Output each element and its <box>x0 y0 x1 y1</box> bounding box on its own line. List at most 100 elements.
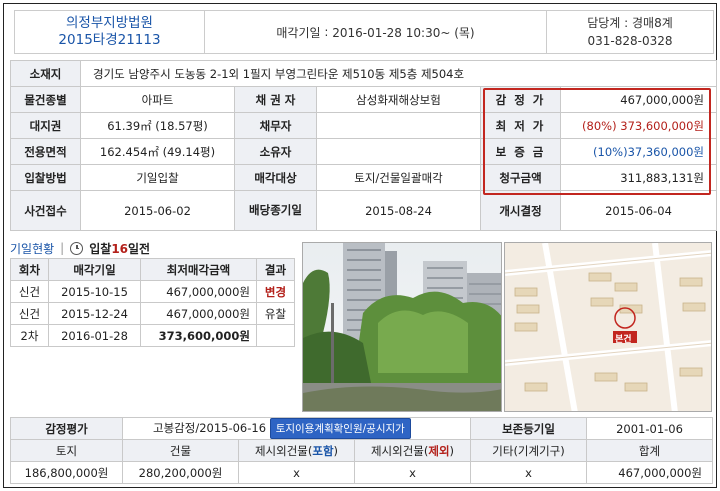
history-status-link[interactable]: 기일현황 <box>10 240 54 257</box>
col-min-price: 최저매각금액 <box>140 258 257 281</box>
property-photo[interactable] <box>302 242 502 412</box>
deposit-value: (10%)37,360,000원 <box>560 138 717 165</box>
table-row: 신건 2015-12-24 467,000,000원 유찰 <box>10 302 295 325</box>
minimum-price-value: 373,600,000원 <box>620 118 704 133</box>
preserve-date-value: 2001-01-06 <box>586 417 714 440</box>
sale-date: 매각기일 : 2016-01-28 10:30~ (목) <box>205 11 547 53</box>
table-row: 토지 건물 제시외건물(포함) 제시외건물(제외) 기타(기계기구) 합계 <box>10 439 714 462</box>
table-row: 2차 2016-01-28 373,600,000원 <box>10 324 295 347</box>
col-extra-excluded-prefix: 제시외건물( <box>370 443 429 458</box>
appraisal-price-value: 467,000,000원 <box>560 86 717 113</box>
bid-method-label: 입찰방법 <box>10 164 81 191</box>
location-map[interactable]: 본건 <box>504 242 712 412</box>
table-row: 소재지 경기도 남양주시 도농동 2-1외 1필지 부영그린타운 제510동 제… <box>10 60 717 87</box>
appraisal-price-label: 감 정 가 <box>480 86 561 113</box>
divider: | <box>60 241 65 255</box>
col-extra-excluded: 제시외건물(제외) <box>353 439 472 462</box>
table-row: 전용면적 162.454㎡ (49.14평) 소유자 보 증 금 (10%)37… <box>10 138 717 165</box>
bid-suffix: 일전 <box>128 241 151 256</box>
date-cell: 2015-10-15 <box>48 280 141 303</box>
case-id-block: 의정부지방법원 2015타경21113 <box>15 11 205 53</box>
table-row: 186,800,000원 280,200,000원 x x x 467,000,… <box>10 461 714 484</box>
debtor-label: 채무자 <box>234 112 317 139</box>
property-info-table: 소재지 경기도 남양주시 도농동 2-1외 1필지 부영그린타운 제510동 제… <box>10 60 717 231</box>
owner-value <box>316 138 481 165</box>
claim-amount-value: 311,883,131원 <box>560 164 717 191</box>
location-label: 소재지 <box>10 60 81 87</box>
appraisal-label: 감정평가 <box>10 417 123 440</box>
col-building: 건물 <box>122 439 239 462</box>
result-cell: 유찰 <box>256 302 295 325</box>
table-header-row: 회차 매각기일 최저매각금액 결과 <box>10 258 295 281</box>
minimum-price-label: 최 저 가 <box>480 112 561 139</box>
exclusive-area-value: 162.454㎡ (49.14평) <box>80 138 235 165</box>
result-cell <box>256 324 295 347</box>
round-cell: 신건 <box>10 280 49 303</box>
owner-label: 소유자 <box>234 138 317 165</box>
deposit-label: 보 증 금 <box>480 138 561 165</box>
bid-countdown: 입찰16일전 <box>89 240 150 257</box>
col-result: 결과 <box>256 258 295 281</box>
creditor-value: 삼성화재해상보험 <box>316 86 481 113</box>
dividend-deadline-label: 배당종기일 <box>234 190 317 231</box>
col-extra-excluded-suffix: ) <box>449 443 455 458</box>
col-land: 토지 <box>10 439 123 462</box>
col-extra-included: 제시외건물(포함) <box>238 439 355 462</box>
val-other: x <box>470 461 588 484</box>
date-cell: 2015-12-24 <box>48 302 141 325</box>
bid-days: 16 <box>111 241 129 256</box>
dept-contact: 담당계 : 경매8계 031-828-0328 <box>547 11 713 53</box>
court-name: 의정부지방법원 <box>66 15 153 31</box>
land-use-plan-button[interactable]: 토지이용계획확인원/공시지가 <box>269 418 411 439</box>
exclusive-area-label: 전용면적 <box>10 138 81 165</box>
round-cell: 2차 <box>10 324 49 347</box>
result-cell: 변경 <box>256 280 295 303</box>
val-land: 186,800,000원 <box>10 461 123 484</box>
debtor-value <box>316 112 481 139</box>
creditor-label: 채 권 자 <box>234 86 317 113</box>
dividend-deadline-value: 2015-08-24 <box>316 190 481 231</box>
sale-target-value: 토지/건물일괄매각 <box>316 164 481 191</box>
minimum-price-cell: (80%) 373,600,000원 <box>560 112 717 139</box>
val-extra-included: x <box>238 461 355 484</box>
map-image <box>505 243 711 411</box>
col-total: 합계 <box>586 439 714 462</box>
case-received-value: 2015-06-02 <box>80 190 235 231</box>
sale-date-label: 매각기일 <box>276 25 321 40</box>
apartment-photo-image <box>303 243 501 411</box>
col-round: 회차 <box>10 258 49 281</box>
val-extra-excluded: x <box>353 461 472 484</box>
location-value: 경기도 남양주시 도농동 2-1외 1필지 부영그린타운 제510동 제5층 제… <box>80 60 717 87</box>
case-header: 의정부지방법원 2015타경21113 매각기일 : 2016-01-28 10… <box>14 10 714 54</box>
col-extra-included-word: 포함 <box>312 443 334 458</box>
col-extra-included-prefix: 제시외건물( <box>254 443 313 458</box>
start-decision-value: 2015-06-04 <box>560 190 717 231</box>
type-value: 아파트 <box>80 86 235 113</box>
val-total: 467,000,000원 <box>586 461 714 484</box>
clock-icon <box>70 241 84 255</box>
bid-prefix: 입찰 <box>89 241 112 256</box>
minimum-price-pct: (80%) <box>582 118 617 133</box>
dept-phone: 031-828-0328 <box>587 34 673 48</box>
amount-cell: 373,600,000원 <box>140 324 257 347</box>
auction-history-header: 기일현황 | 입찰16일전 <box>10 240 150 256</box>
land-right-label: 대지권 <box>10 112 81 139</box>
col-extra-excluded-word: 제외 <box>428 443 450 458</box>
appraiser-cell: 고봉감정/2015-06-16 토지이용계획확인원/공시지가 <box>121 417 472 440</box>
case-number: 2015타경21113 <box>58 32 161 48</box>
case-received-label: 사건접수 <box>10 190 81 231</box>
appraisal-table: 감정평가 고봉감정/2015-06-16 토지이용계획확인원/공시지가 보존등기… <box>10 417 714 484</box>
col-extra-included-suffix: ) <box>333 443 339 458</box>
map-marker-label: 본건 <box>615 335 632 345</box>
land-right-value: 61.39㎡ (18.57평) <box>80 112 235 139</box>
type-label: 물건종별 <box>10 86 81 113</box>
appraiser-value: 고봉감정/2015-06-16 <box>153 421 267 435</box>
table-row: 감정평가 고봉감정/2015-06-16 토지이용계획확인원/공시지가 보존등기… <box>10 417 714 440</box>
amount-cell: 467,000,000원 <box>140 280 257 303</box>
date-cell: 2016-01-28 <box>48 324 141 347</box>
preserve-date-label: 보존등기일 <box>470 417 588 440</box>
col-sale-date: 매각기일 <box>48 258 141 281</box>
amount-cell: 467,000,000원 <box>140 302 257 325</box>
auction-history-table: 회차 매각기일 최저매각금액 결과 신건 2015-10-15 467,000,… <box>10 258 295 347</box>
sale-date-value: 2016-01-28 10:30~ (목) <box>332 25 475 40</box>
